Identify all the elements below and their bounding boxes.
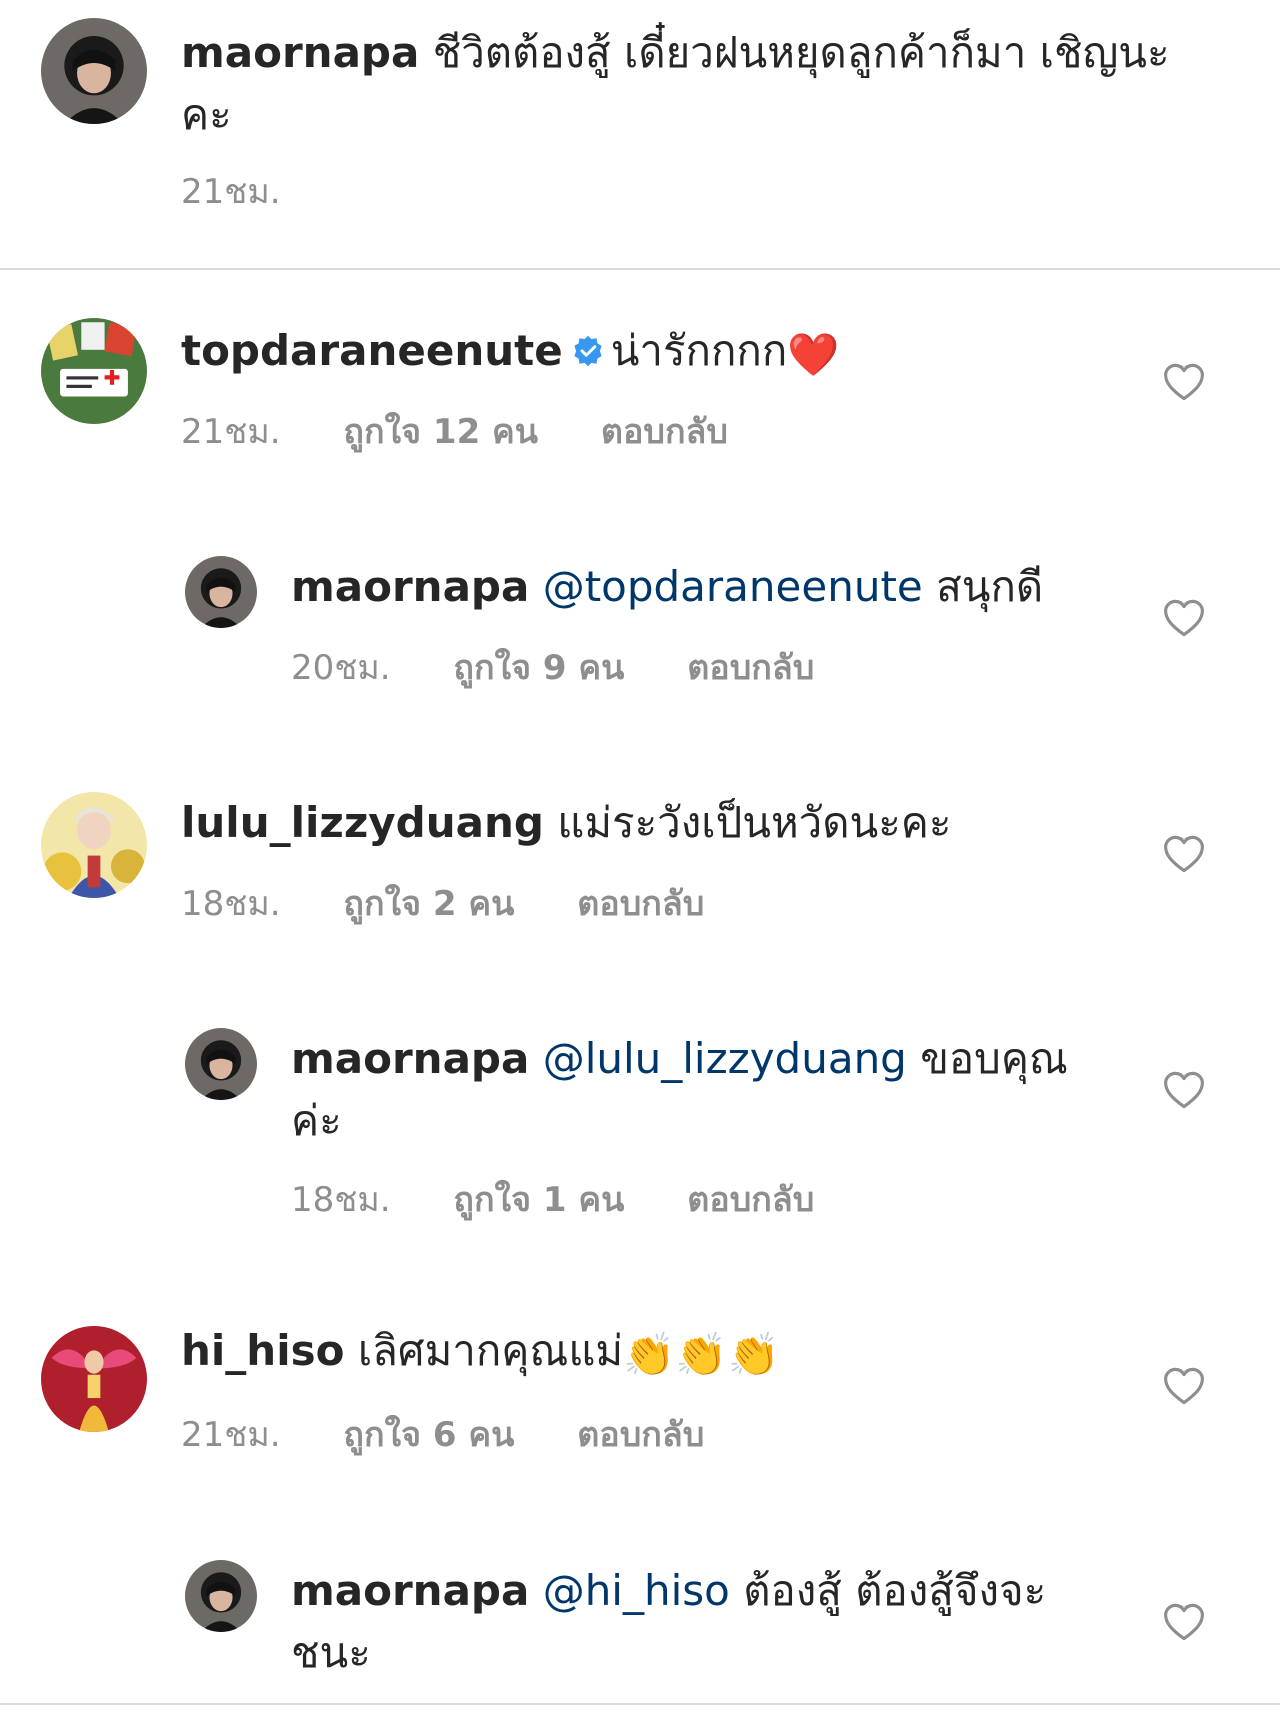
caption-time: 21ชม. [181,172,281,212]
comment-time: 18ชม. [181,884,281,924]
caption-line-2: คะ [181,90,232,139]
like-button[interactable] [1163,362,1205,402]
avatar-maornapa[interactable] [185,1560,257,1632]
clapping-hands-emoji: 👏👏👏 [623,1330,780,1379]
like-button[interactable] [1163,598,1205,638]
comment-body: topdaraneenute น่ารักกกก❤️ [181,320,1121,382]
like-button[interactable] [1163,1366,1205,1406]
comment-line-2: ค่ะ [291,1096,342,1145]
avatar-maornapa[interactable] [185,556,257,628]
bottom-divider [0,1703,1280,1705]
comment-line-2: ชนะ [291,1628,371,1677]
heart-emoji: ❤️ [787,330,840,379]
heart-outline-icon [1164,835,1204,873]
likes-count-link[interactable]: ถูกใจ 1 คน [453,1180,624,1220]
avatar-image [41,18,147,124]
mention-link[interactable]: @topdaraneenute [543,562,923,611]
comment-body: hi_hiso เลิศมากคุณแม่👏👏👏 [181,1320,1121,1382]
heart-outline-icon [1164,599,1204,637]
comment-line-1: maornapa @lulu_lizzyduang ขอบคุณ [291,1028,1131,1090]
mention-link[interactable]: @lulu_lizzyduang [543,1034,907,1083]
reply-button[interactable]: ตอบกลับ [577,1415,704,1455]
comment-meta: 21ชม. ถูกใจ 6 คน ตอบกลับ [181,1415,704,1455]
comment-line-1: maornapa @hi_hiso ต้องสู้ ต้องสู้จึงจะ [291,1560,1131,1622]
comment-username[interactable]: topdaraneenute [181,326,563,375]
avatar-image [41,1326,147,1432]
heart-outline-icon [1164,363,1204,401]
avatar-topdaraneenute[interactable] [41,318,147,424]
avatar-maornapa[interactable] [185,1028,257,1100]
comment-meta: 18ชม. ถูกใจ 2 คน ตอบกลับ [181,884,704,924]
comment-text: เลิศมากคุณแม่ [357,1326,624,1375]
reply-button[interactable]: ตอบกลับ [601,412,728,452]
like-button[interactable] [1163,1602,1205,1642]
avatar-image [185,556,257,628]
like-button[interactable] [1163,834,1205,874]
comment-username[interactable]: maornapa [291,1566,529,1615]
post-caption: maornapa ชีวิตต้องสู้ เดี๋ยวฝนหยุดลูกค้า… [0,0,1280,270]
mention-link[interactable]: @hi_hiso [543,1566,730,1615]
comment-time: 21ชม. [181,1415,281,1455]
avatar-lulu-lizzyduang[interactable] [41,792,147,898]
avatar-maornapa[interactable] [41,18,147,124]
comment-body: maornapa @topdaraneenute สนุกดี [291,556,1131,618]
likes-count-link[interactable]: ถูกใจ 9 คน [453,648,624,688]
comment-meta: 21ชม. ถูกใจ 12 คน ตอบกลับ [181,412,728,452]
caption-username[interactable]: maornapa [181,28,419,77]
avatar-image [41,318,147,424]
comment-text: ขอบคุณ [920,1034,1068,1083]
comments-screen: maornapa ชีวิตต้องสู้ เดี๋ยวฝนหยุดลูกค้า… [0,0,1280,1717]
comment-text: ต้องสู้ ต้องสู้จึงจะ [743,1566,1047,1615]
caption-text: ชีวิตต้องสู้ เดี๋ยวฝนหยุดลูกค้าก็มา เชิญ… [432,28,1170,77]
comment-meta: 18ชม. ถูกใจ 1 คน ตอบกลับ [291,1180,814,1220]
comment-body: maornapa @lulu_lizzyduang ขอบคุณ ค่ะ [291,1028,1131,1152]
heart-outline-icon [1164,1367,1204,1405]
reply-button[interactable]: ตอบกลับ [577,884,704,924]
comment-text: แม่ระวังเป็นหวัดนะคะ [557,798,952,847]
reply-button[interactable]: ตอบกลับ [687,648,814,688]
comment-body: maornapa @hi_hiso ต้องสู้ ต้องสู้จึงจะ ช… [291,1560,1131,1684]
caption-line-1: maornapa ชีวิตต้องสู้ เดี๋ยวฝนหยุดลูกค้า… [181,22,1241,84]
comment-time: 21ชม. [181,412,281,452]
verified-badge-icon [574,335,602,367]
comment-text: สนุกดี [936,562,1044,611]
likes-count-link[interactable]: ถูกใจ 12 คน [343,412,538,452]
comment-meta: 20ชม. ถูกใจ 9 คน ตอบกลับ [291,648,814,688]
like-button[interactable] [1163,1070,1205,1110]
comment-text: น่ารักกกก [610,326,788,375]
comment-time: 18ชม. [291,1180,391,1220]
reply-button[interactable]: ตอบกลับ [687,1180,814,1220]
comment-username[interactable]: lulu_lizzyduang [181,798,544,847]
caption-meta: 21ชม. [181,172,281,212]
avatar-hi-hiso[interactable] [41,1326,147,1432]
likes-count-link[interactable]: ถูกใจ 2 คน [343,884,514,924]
heart-outline-icon [1164,1603,1204,1641]
comment-username[interactable]: maornapa [291,562,529,611]
heart-outline-icon [1164,1071,1204,1109]
comment-body: lulu_lizzyduang แม่ระวังเป็นหวัดนะคะ [181,792,1121,854]
comment-username[interactable]: hi_hiso [181,1326,344,1375]
avatar-image [185,1028,257,1100]
likes-count-link[interactable]: ถูกใจ 6 คน [343,1415,514,1455]
avatar-image [185,1560,257,1632]
comment-username[interactable]: maornapa [291,1034,529,1083]
avatar-image [41,792,147,898]
caption-body: maornapa ชีวิตต้องสู้ เดี๋ยวฝนหยุดลูกค้า… [181,22,1241,146]
comment-time: 20ชม. [291,648,391,688]
